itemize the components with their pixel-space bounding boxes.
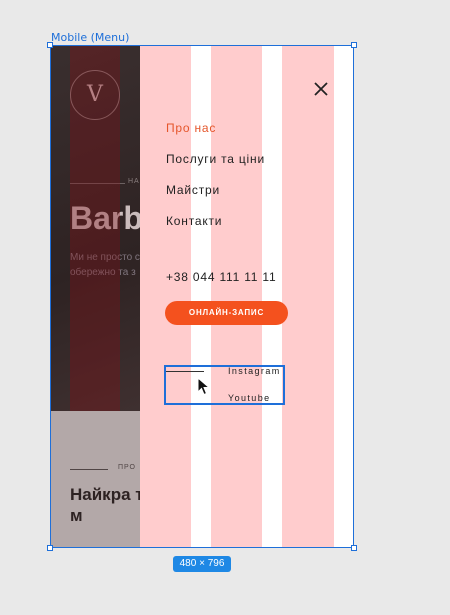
phone-number[interactable]: +38 044 111 11 11: [166, 270, 276, 284]
close-icon[interactable]: [312, 80, 330, 98]
layout-grid-column: [211, 45, 262, 548]
frame-label[interactable]: Mobile (Menu): [51, 31, 129, 44]
mobile-menu-frame[interactable]: V НА Barb Ми не просто стрижемо. Пр обер…: [50, 45, 354, 548]
resize-handle-top-left[interactable]: [47, 42, 53, 48]
nav-item-contacts[interactable]: Контакти: [166, 214, 222, 228]
resize-handle-top-right[interactable]: [351, 42, 357, 48]
online-booking-button[interactable]: ОНЛАЙН-ЗАПИС: [165, 301, 288, 325]
resize-handle-bottom-left[interactable]: [47, 545, 53, 551]
page-dim-overlay: [50, 45, 140, 548]
pointer-cursor-icon: [197, 376, 211, 401]
resize-handle-bottom-right[interactable]: [351, 545, 357, 551]
layout-grid-column: [282, 45, 334, 548]
menu-panel: Про нас Послуги та ціни Майстри Контакти…: [140, 45, 354, 548]
nav-item-services[interactable]: Послуги та ціни: [166, 152, 265, 166]
nav-item-about[interactable]: Про нас: [166, 121, 216, 135]
instagram-link[interactable]: Instagram: [228, 366, 281, 376]
frame-size-badge: 480 × 796: [173, 556, 231, 572]
nav-item-masters[interactable]: Майстри: [166, 183, 220, 197]
social-divider-line: [166, 371, 204, 372]
youtube-link[interactable]: Youtube: [228, 393, 271, 403]
